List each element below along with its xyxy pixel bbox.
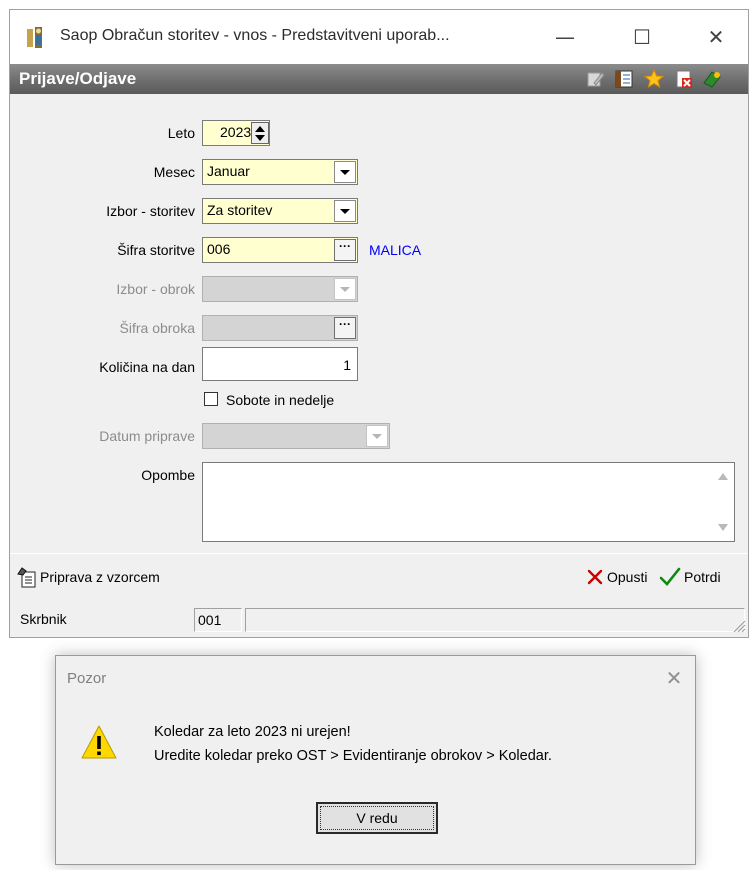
spin-down-icon[interactable] xyxy=(254,134,266,143)
status-user: Skrbnik xyxy=(20,611,67,627)
dialog-message-line1: Koledar za leto 2023 ni urejen! xyxy=(154,724,351,740)
title-bar[interactable]: Saop Obračun storitev - vnos - Predstavi… xyxy=(10,10,748,64)
warning-icon xyxy=(81,725,117,759)
ok-button[interactable]: V redu xyxy=(316,802,438,834)
mesec-select[interactable]: Januar xyxy=(202,159,358,185)
dialog-title: Pozor xyxy=(67,670,107,687)
izbor-storitev-label: Izbor - storitev xyxy=(106,203,195,219)
sifra-obroka-lookup-button: ··· xyxy=(334,317,356,339)
template-icon xyxy=(17,567,36,588)
sifra-obroka-input: ··· xyxy=(202,315,358,341)
leto-value: 2023 xyxy=(220,124,252,140)
mesec-dropdown-button[interactable] xyxy=(334,161,356,183)
izbor-obrok-dropdown-button xyxy=(334,278,356,300)
sifra-storitve-value: 006 xyxy=(207,241,231,257)
datum-priprave-select xyxy=(202,423,390,449)
kolicina-input[interactable]: 1 xyxy=(202,347,358,381)
status-extra xyxy=(245,608,745,632)
leto-label: Leto xyxy=(167,125,195,141)
dialog-body: Koledar za leto 2023 ni urejen! Uredite … xyxy=(56,700,695,864)
form-header-bar: Prijave/Odjave xyxy=(10,64,748,94)
dialog-title-bar[interactable]: Pozor ✕ xyxy=(56,656,695,700)
resize-grip-icon[interactable] xyxy=(732,619,746,633)
izbor-obrok-label: Izbor - obrok xyxy=(116,281,195,297)
main-window: Saop Obračun storitev - vnos - Predstavi… xyxy=(9,9,749,638)
template-button[interactable]: Priprava z vzorcem xyxy=(16,565,216,589)
leto-input[interactable]: 2023 xyxy=(202,120,270,146)
app-icon xyxy=(27,27,42,48)
favorite-star-icon[interactable] xyxy=(644,69,664,89)
status-bar: Skrbnik 001 xyxy=(10,599,748,637)
izbor-storitev-select[interactable]: Za storitev xyxy=(202,198,358,224)
opombe-scrollbar[interactable] xyxy=(712,463,734,541)
window-title: Saop Obračun storitev - vnos - Predstavi… xyxy=(60,27,450,44)
leto-spinner[interactable] xyxy=(251,122,269,144)
sifra-storitve-lookup-button[interactable]: ··· xyxy=(334,239,356,261)
cancel-button[interactable]: Opusti xyxy=(586,565,656,589)
sobote-checkbox[interactable] xyxy=(204,392,218,406)
mesec-value: Januar xyxy=(207,163,250,179)
datum-priprave-dropdown-button xyxy=(366,425,388,447)
kolicina-value: 1 xyxy=(343,357,351,373)
chevron-down-icon xyxy=(340,170,350,175)
opombe-textarea[interactable] xyxy=(202,462,735,542)
scroll-down-icon[interactable] xyxy=(717,523,729,533)
template-button-label: Priprava z vzorcem xyxy=(40,569,160,585)
columns-icon[interactable] xyxy=(614,69,634,89)
maximize-button[interactable]: ☐ xyxy=(624,22,660,52)
footer-toolbar: Priprava z vzorcem Opusti Potrdi xyxy=(10,553,748,599)
checkmark-icon xyxy=(659,567,681,586)
chevron-down-icon xyxy=(372,434,382,439)
edit-icon[interactable] xyxy=(586,69,606,89)
form-title: Prijave/Odjave xyxy=(19,69,137,88)
minimize-button[interactable]: — xyxy=(547,22,583,52)
scroll-up-icon[interactable] xyxy=(717,471,729,481)
status-code: 001 xyxy=(194,608,242,632)
ok-button-label: V redu xyxy=(356,810,398,826)
opombe-label: Opombe xyxy=(141,467,195,483)
sobote-label: Sobote in nedelje xyxy=(226,392,335,408)
izbor-storitev-dropdown-button[interactable] xyxy=(334,200,356,222)
warning-dialog: Pozor ✕ Koledar za leto 2023 ni urejen! … xyxy=(55,655,696,865)
cancel-x-icon xyxy=(587,569,603,585)
sifra-storitve-description: MALICA xyxy=(369,242,422,258)
help-icon[interactable] xyxy=(702,69,722,89)
close-form-icon[interactable] xyxy=(674,69,694,89)
kolicina-label: Količina na dan xyxy=(99,359,195,375)
cancel-button-label: Opusti xyxy=(607,569,648,585)
dialog-close-button[interactable]: ✕ xyxy=(659,663,689,693)
mesec-label: Mesec xyxy=(153,164,195,180)
chevron-down-icon xyxy=(340,287,350,292)
spin-up-icon[interactable] xyxy=(254,124,266,133)
confirm-button-label: Potrdi xyxy=(684,569,721,585)
sifra-obroka-label: Šifra obroka xyxy=(119,320,195,336)
chevron-down-icon xyxy=(340,209,350,214)
sifra-storitve-input[interactable]: 006 ··· xyxy=(202,237,358,263)
close-window-button[interactable]: ✕ xyxy=(698,22,734,52)
izbor-obrok-select xyxy=(202,276,358,302)
izbor-storitev-value: Za storitev xyxy=(207,202,273,218)
sifra-storitve-label: Šifra storitve xyxy=(117,242,195,258)
dialog-message-line2: Uredite koledar preko OST > Evidentiranj… xyxy=(154,748,552,764)
datum-priprave-label: Datum priprave xyxy=(99,428,195,444)
confirm-button[interactable]: Potrdi xyxy=(659,565,739,589)
